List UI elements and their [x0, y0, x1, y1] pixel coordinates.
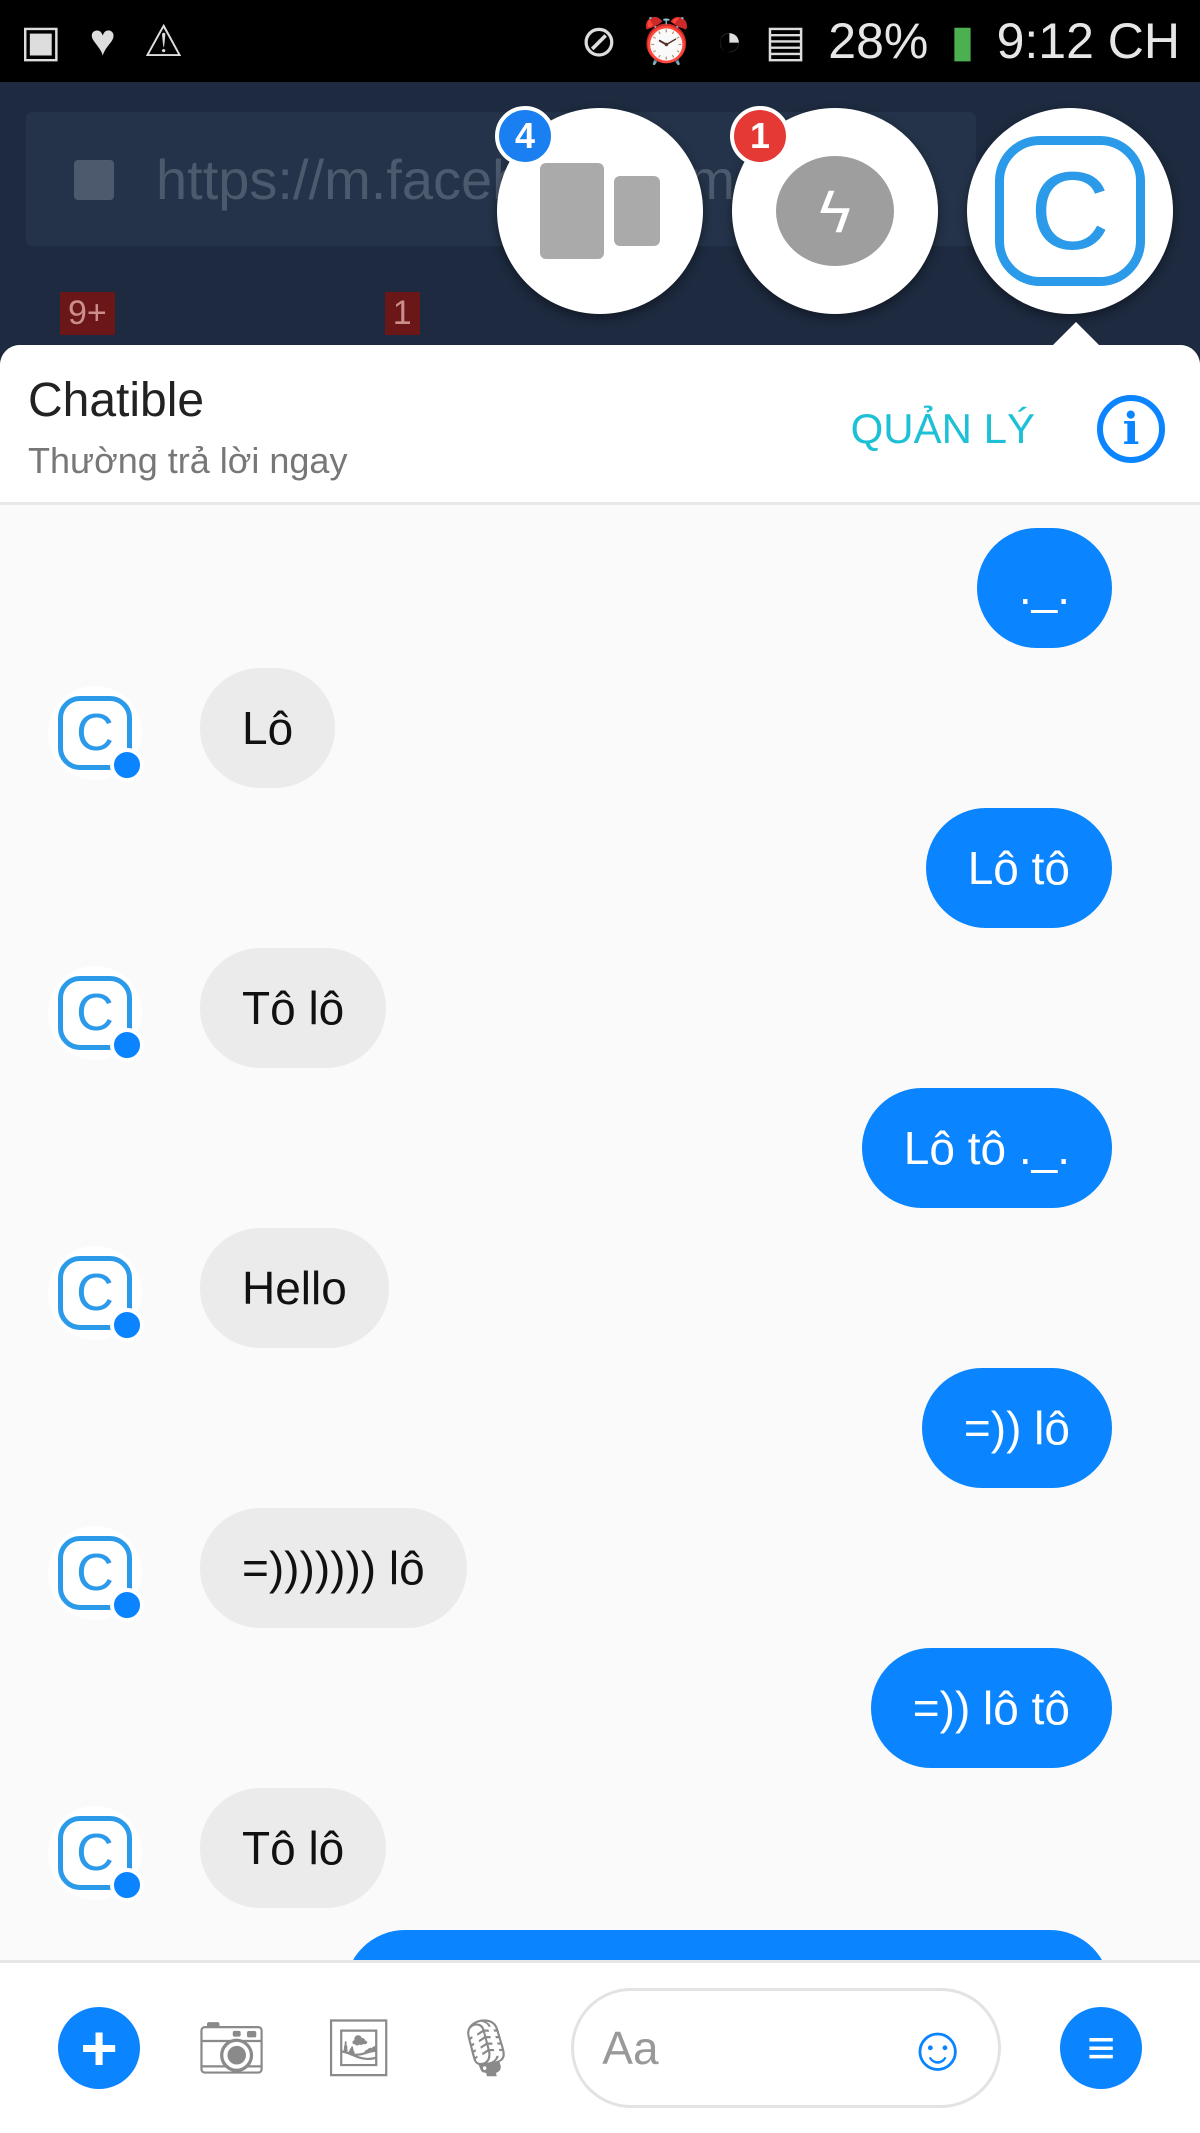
message-bubble-received[interactable]: Lô: [200, 668, 336, 788]
camera-icon[interactable]: 📷︎: [196, 2015, 267, 2081]
message-bubble-sent[interactable]: Lô tô ._.: [861, 1088, 1112, 1208]
battery-percent: 28%: [828, 13, 929, 69]
menu-icon[interactable]: ≡: [1060, 2007, 1142, 2089]
chat-panel: Chatible Thường trả lời ngay QUẢN LÝ i .…: [0, 345, 1200, 2133]
chat-head-chatible[interactable]: C: [967, 108, 1173, 314]
panel-pointer: [1052, 322, 1100, 346]
messenger-badge-icon: [110, 748, 144, 782]
battery-charging-icon: ▮: [950, 16, 975, 66]
composer-bar: + 📷︎ 🖼︎ 🎙︎ Aa ☺ ≡: [0, 1960, 1200, 2133]
wifi-icon: ◔: [716, 16, 743, 65]
mute-icon: ⊘: [580, 16, 618, 66]
message-bubble-received[interactable]: Hello: [200, 1228, 389, 1348]
chat-head-tabs[interactable]: 4: [495, 106, 703, 314]
message-row: =)) lô: [0, 1368, 1200, 1508]
avatar[interactable]: C: [48, 966, 144, 1062]
avatar[interactable]: C: [48, 1526, 144, 1622]
message-row: Lô tô ._.: [0, 1088, 1200, 1228]
alarm-icon: ⏰: [639, 17, 695, 66]
message-bubble-sent[interactable]: =)) lô tô: [870, 1648, 1112, 1768]
chat-head-messenger[interactable]: ϟ 1: [730, 106, 938, 314]
heart-icon: ♥: [89, 16, 116, 65]
chatible-logo-icon: C: [995, 136, 1145, 286]
warning-icon: ⚠: [143, 16, 184, 66]
messenger-badge-icon: [110, 1588, 144, 1622]
messenger-badge-icon: [110, 1308, 144, 1342]
app-icon: ▣: [20, 16, 62, 66]
image-icon[interactable]: 🖼︎: [323, 2015, 394, 2081]
notification-badge: 1: [384, 292, 420, 335]
messenger-badge-icon: [110, 1868, 144, 1902]
plus-icon[interactable]: +: [58, 2007, 140, 2089]
message-bubble-received[interactable]: Tô lô: [200, 948, 387, 1068]
clock: 9:12 CH: [996, 13, 1180, 69]
message-row: C Hello: [0, 1228, 1200, 1368]
manage-button[interactable]: QUẢN LÝ: [851, 405, 1035, 453]
message-bubble-sent[interactable]: ._.: [976, 528, 1112, 648]
message-bubble-sent[interactable]: Lô tô: [925, 808, 1112, 928]
messenger-badge-icon: [110, 1028, 144, 1062]
notification-badge: 9+: [60, 292, 115, 335]
message-row: Lô tô: [0, 808, 1200, 948]
message-bubble-received[interactable]: =))))))) lô: [200, 1508, 467, 1628]
input-placeholder: Aa: [602, 2022, 659, 2074]
message-row: ._.: [0, 528, 1200, 668]
message-input[interactable]: Aa ☺: [571, 1988, 1002, 2108]
tabs-icon: [540, 163, 660, 259]
avatar[interactable]: C: [48, 1806, 144, 1902]
message-bubble-sent[interactable]: =)) lô: [921, 1368, 1112, 1488]
lock-icon: [74, 160, 114, 200]
avatar[interactable]: C: [48, 686, 144, 782]
message-list: ._. C Lô Lô tô C Tô lô Lô tô ._. C Hello =)) lô C =…: [0, 505, 1200, 1928]
status-bar: ▣ ♥ ⚠ ⊘ ⏰ ◔ ▤ 28% ▮ 9:12 CH: [0, 0, 1200, 82]
message-row: C Lô: [0, 668, 1200, 808]
count-badge: 4: [495, 106, 555, 166]
avatar[interactable]: C: [48, 1246, 144, 1342]
message-row: C =))))))) lô: [0, 1508, 1200, 1648]
chat-header: Chatible Thường trả lời ngay QUẢN LÝ i: [0, 345, 1200, 505]
info-icon[interactable]: i: [1097, 395, 1165, 463]
emoji-icon[interactable]: ☺: [905, 2011, 970, 2085]
messenger-icon: ϟ: [776, 156, 894, 266]
message-bubble-received[interactable]: Tô lô: [200, 1788, 387, 1908]
message-row: C Tô lô: [0, 1788, 1200, 1928]
count-badge: 1: [730, 106, 790, 166]
message-row: C Tô lô: [0, 948, 1200, 1088]
message-row: =)) lô tô: [0, 1648, 1200, 1788]
sd-card-icon: ▤: [764, 16, 807, 66]
microphone-icon[interactable]: 🎙︎: [450, 2015, 521, 2081]
